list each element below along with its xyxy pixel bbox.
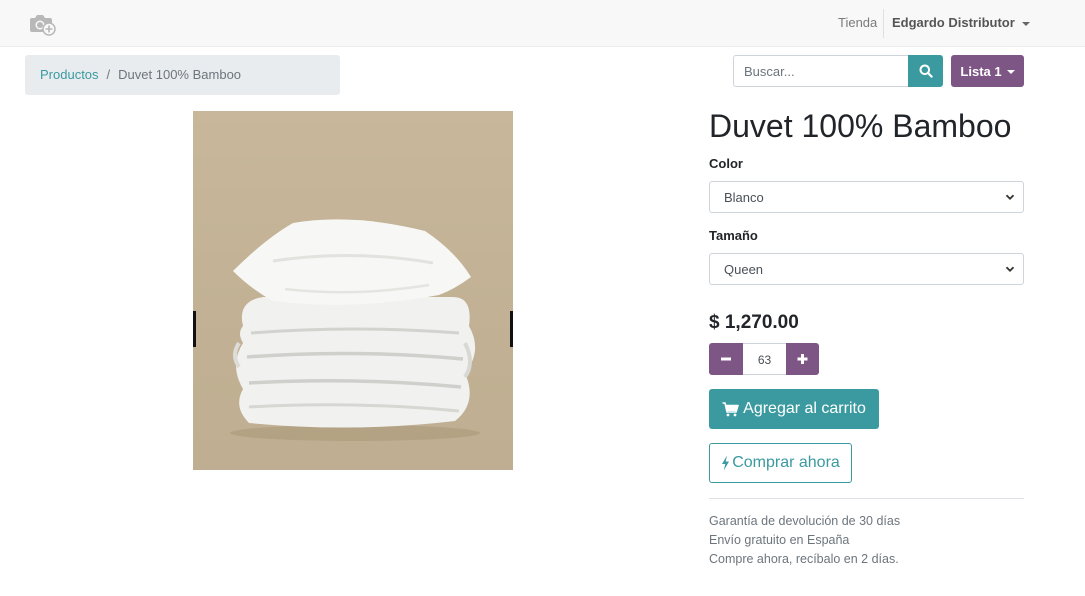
size-select-value: Queen (724, 262, 764, 277)
nav-shop-link[interactable]: Tienda (838, 15, 877, 30)
product-price: $ 1,270.00 (709, 312, 799, 333)
add-to-cart-button[interactable]: Agregar al carrito (709, 389, 879, 429)
top-navbar: Tienda Edgardo Distributor (0, 0, 1085, 47)
pricelist-dropdown[interactable]: Lista 1 (951, 55, 1024, 87)
terms-line: Envío gratuito en España (709, 533, 850, 547)
terms-line: Compre ahora, recíbalo en 2 días. (709, 552, 899, 566)
search-input[interactable] (733, 55, 909, 87)
nav-divider (883, 9, 884, 38)
quantity-input[interactable]: 63 (743, 343, 786, 375)
product-image (193, 111, 513, 470)
search-button[interactable] (908, 55, 943, 87)
minus-icon (721, 357, 731, 361)
buy-now-label: Comprar ahora (732, 454, 840, 471)
carousel-prev-control[interactable] (193, 311, 196, 347)
camera-plus-icon[interactable] (28, 12, 56, 36)
chevron-down-icon (1005, 266, 1015, 272)
breadcrumb-products-link[interactable]: Productos (40, 67, 99, 82)
plus-icon (797, 354, 808, 364)
color-select-value: Blanco (724, 190, 764, 205)
product-title: Duvet 100% Bamboo (709, 108, 1012, 144)
terms-divider (709, 498, 1024, 499)
buy-now-button[interactable]: Comprar ahora (709, 443, 852, 483)
breadcrumb-separator: / (106, 67, 111, 82)
breadcrumb: Productos / Duvet 100% Bamboo (25, 55, 340, 95)
color-label: Color (709, 156, 743, 171)
duvet-pillow-image (230, 219, 480, 441)
quantity-decrease-button[interactable] (709, 343, 743, 375)
add-to-cart-label: Agregar al carrito (743, 400, 866, 417)
color-select[interactable]: Blanco (709, 181, 1024, 213)
search-icon (919, 64, 933, 78)
quantity-increase-button[interactable] (786, 343, 819, 375)
caret-down-icon (1006, 70, 1015, 75)
user-menu[interactable]: Edgardo Distributor (892, 15, 1030, 30)
carousel-next-control[interactable] (510, 311, 513, 347)
pricelist-label: Lista 1 (960, 63, 1002, 79)
breadcrumb-current: Duvet 100% Bamboo (118, 67, 242, 82)
caret-down-icon (1021, 21, 1030, 26)
user-name: Edgardo Distributor (892, 15, 1015, 30)
lightning-bolt-icon (722, 455, 730, 471)
size-select[interactable]: Queen (709, 253, 1024, 285)
chevron-down-icon (1005, 194, 1015, 200)
terms-line: Garantía de devolución de 30 días (709, 514, 901, 528)
size-label: Tamaño (709, 228, 758, 243)
shopping-cart-icon (722, 401, 739, 416)
